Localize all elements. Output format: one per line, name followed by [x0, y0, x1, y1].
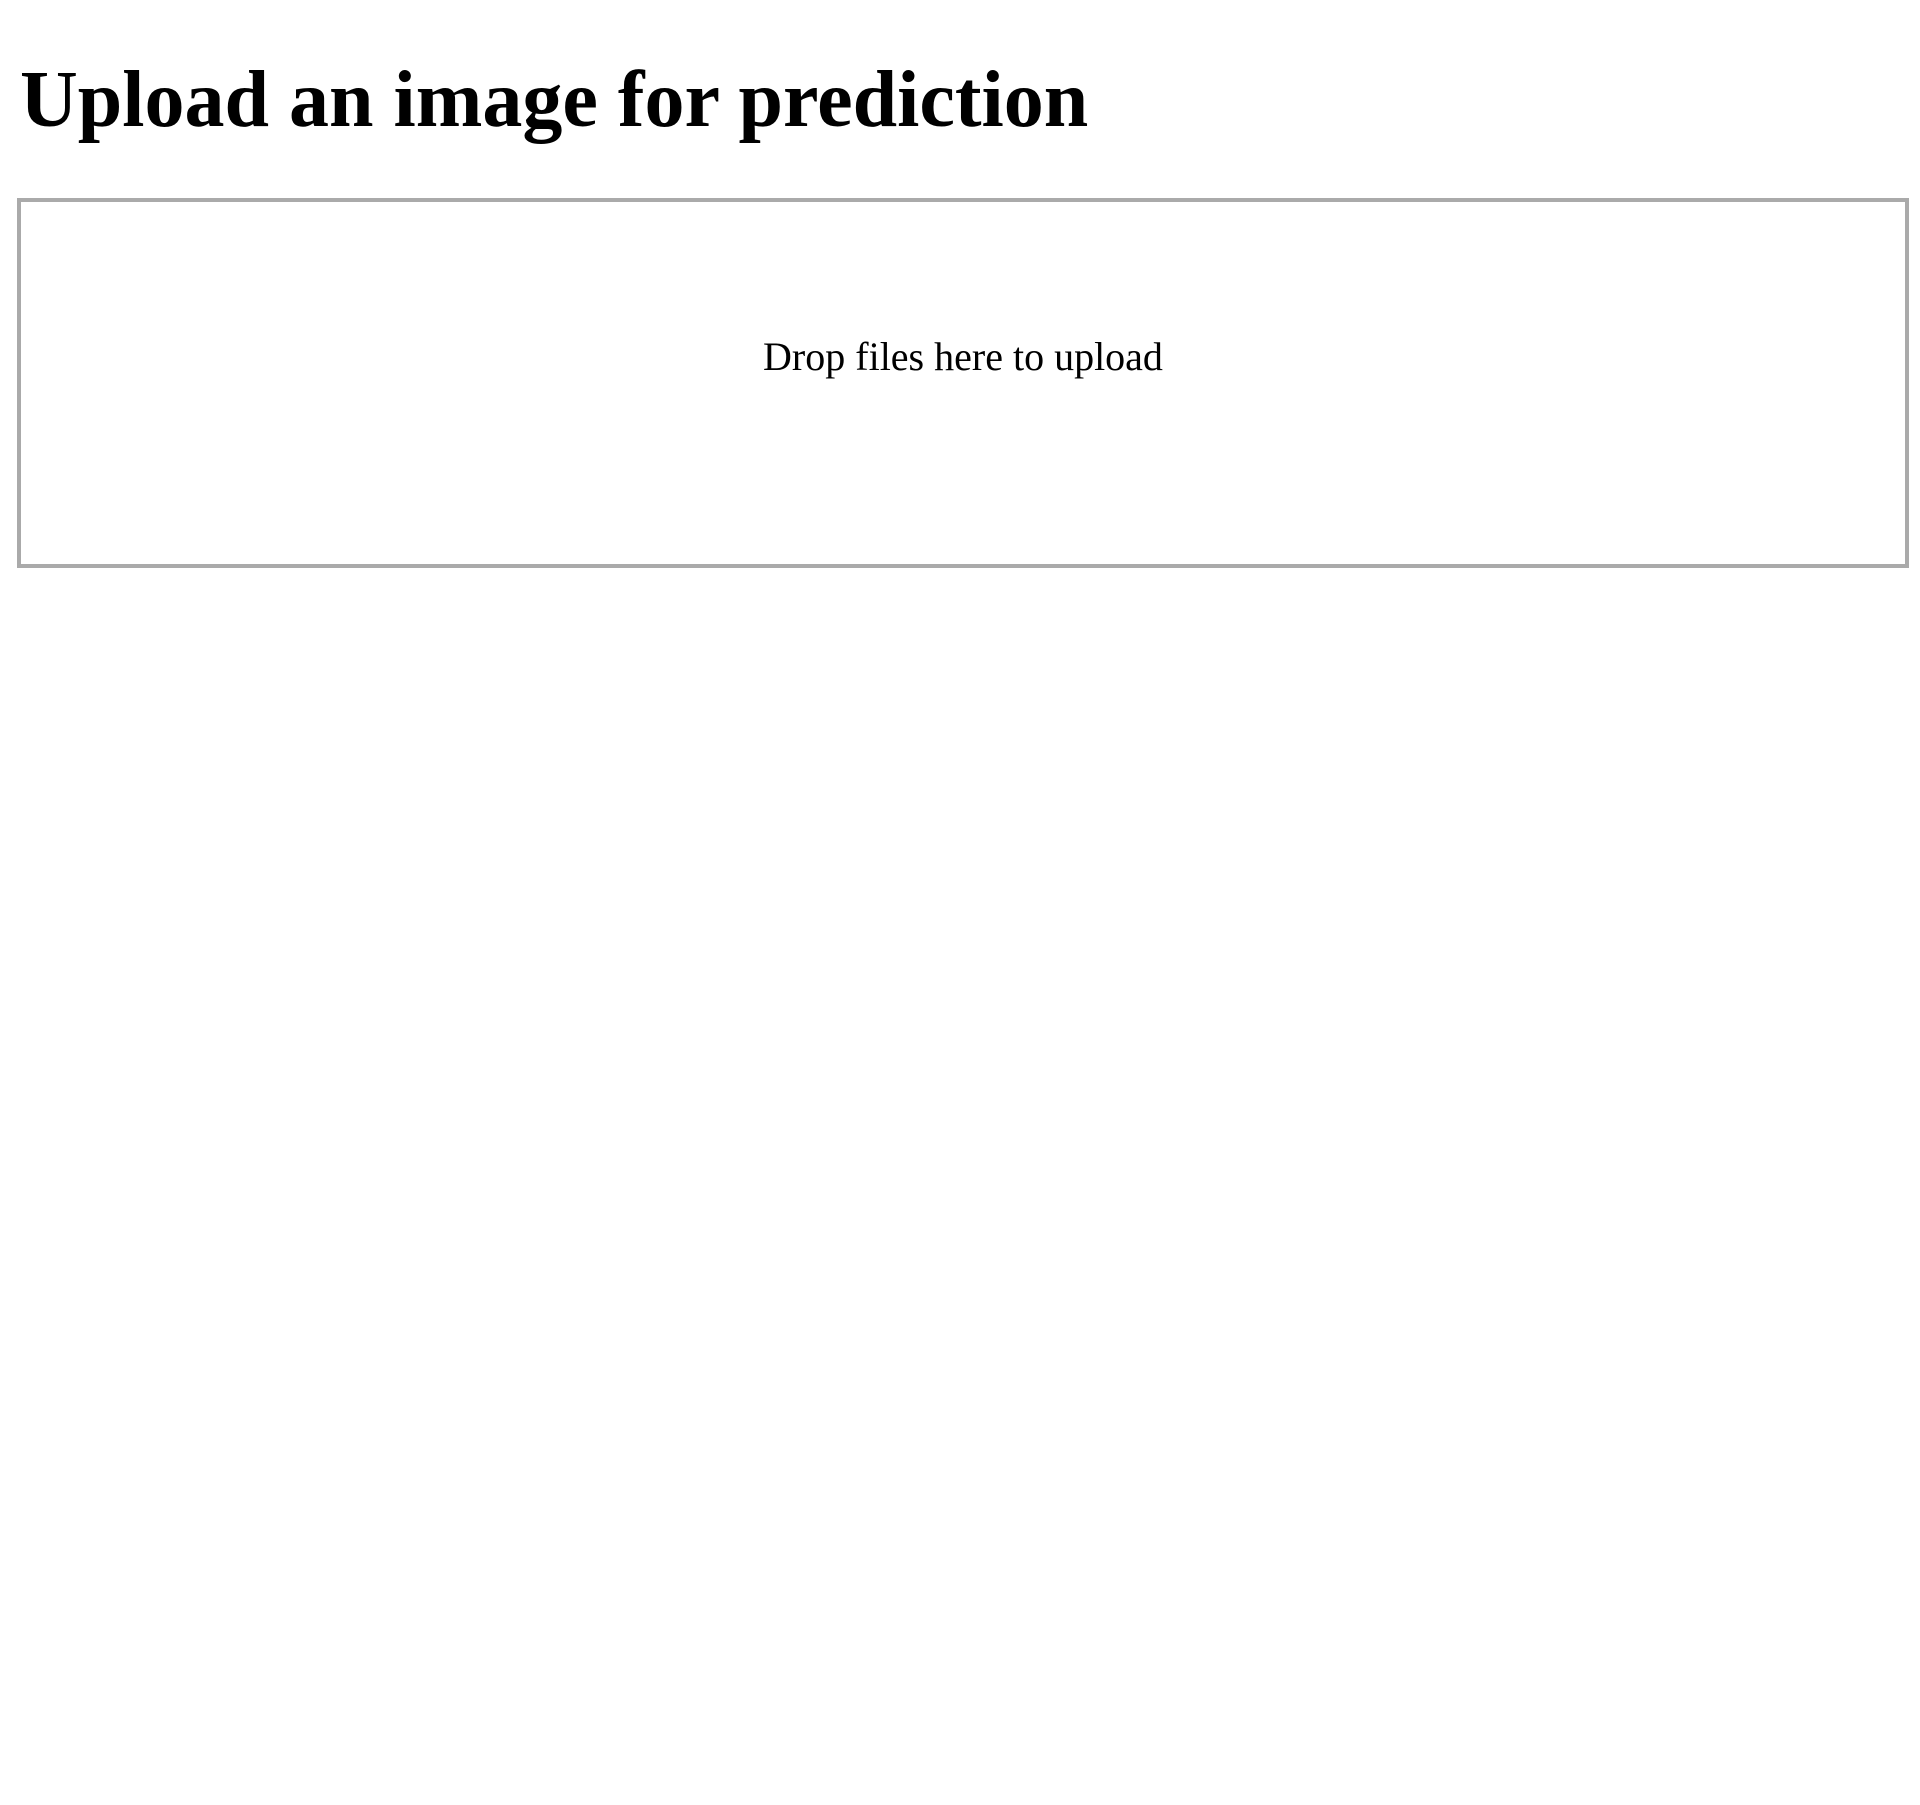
page-title: Upload an image for prediction	[20, 56, 1089, 144]
dropzone-message: Drop files here to upload	[763, 334, 1163, 379]
file-dropzone[interactable]: Drop files here to upload	[17, 198, 1909, 568]
page: Upload an image for prediction Drop file…	[0, 0, 1920, 1805]
